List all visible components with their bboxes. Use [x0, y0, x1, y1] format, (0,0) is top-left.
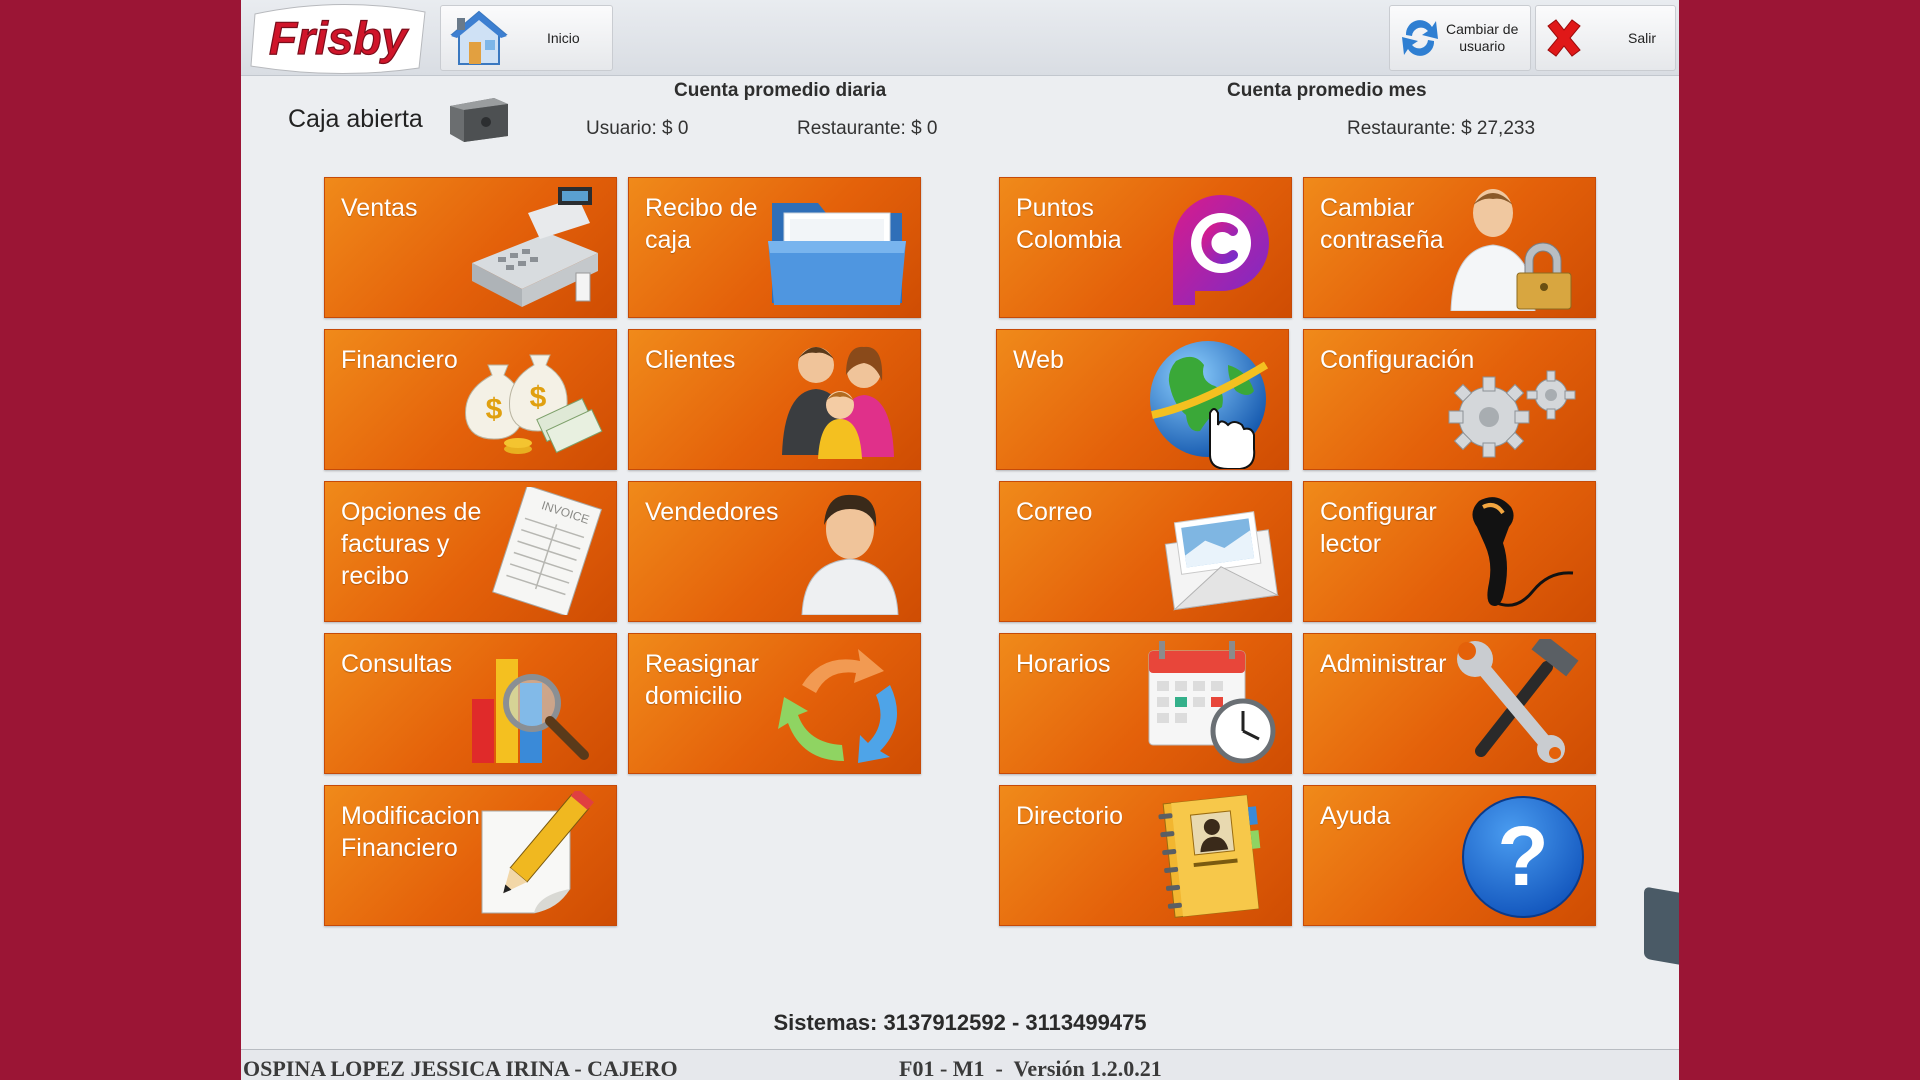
top-toolbar: Frisby Inicio Cambiar de usuario Salir: [241, 0, 1679, 76]
family-icon: [782, 346, 894, 459]
tile-label: Vendedores: [645, 498, 779, 526]
monthly-average-title: Cuenta promedio mes: [1227, 80, 1427, 101]
tile-horarios[interactable]: Horarios: [999, 633, 1292, 774]
tile-label: Web: [1013, 346, 1064, 374]
refresh-arrows-icon: [778, 649, 898, 763]
tile-label: Directorio: [1016, 802, 1123, 830]
tile-ventas[interactable]: Ventas: [324, 177, 617, 318]
tile-label: Administrar: [1320, 650, 1447, 678]
current-user: OSPINA LOPEZ JESSICA IRINA - CAJERO: [243, 1056, 678, 1080]
tile-consultas[interactable]: Consultas: [324, 633, 617, 774]
tile-cambiar-contrasena[interactable]: Cambiar contraseña: [1303, 177, 1596, 318]
tile-label: Consultas: [341, 650, 453, 678]
pencil-note-icon: [481, 791, 594, 914]
close-icon: [1547, 19, 1581, 57]
wrench-hammer-icon: [1457, 639, 1579, 763]
tile-label: Correo: [1016, 498, 1093, 526]
cash-register-icon: [472, 187, 598, 307]
frisby-logo: Frisby: [250, 4, 426, 75]
tile-puntos-colombia[interactable]: Puntos Colombia: [999, 177, 1292, 318]
tile-label: Puntos Colombia: [1016, 194, 1122, 254]
tile-label: Horarios: [1016, 650, 1111, 678]
puntos-colombia-logo-icon: [1173, 195, 1269, 305]
tile-label: Recibo de caja: [645, 194, 758, 254]
user-lock-icon: [1450, 189, 1572, 311]
envelope-icon: [1164, 511, 1280, 611]
folder-icon: [768, 203, 906, 305]
tile-label: Modificacion Financiero: [341, 802, 480, 862]
version-info: F01 - M1 - Versión 1.2.0.21: [899, 1056, 1162, 1080]
barcode-scanner-icon: [1472, 497, 1574, 607]
app-window: Frisby Inicio Cambiar de usuario Salir C…: [241, 0, 1679, 1080]
home-button[interactable]: Inicio: [440, 5, 613, 71]
tile-recibo-de-caja[interactable]: Recibo de caja: [628, 177, 921, 318]
calendar-clock-icon: [1148, 641, 1276, 764]
svg-text:Frisby: Frisby: [269, 12, 409, 64]
tile-label: Configurar lector: [1320, 498, 1437, 558]
svg-text:$: $: [530, 381, 547, 414]
tile-financiero[interactable]: Financiero $ $: [324, 329, 617, 470]
tile-label: Opciones de facturas y recibo: [341, 498, 482, 590]
tile-clientes[interactable]: Clientes: [628, 329, 921, 470]
svg-text:$: $: [486, 393, 503, 426]
tile-modificacion-financiero[interactable]: Modificacion Financiero: [324, 785, 617, 926]
globe-icon: [1150, 341, 1269, 469]
tile-label: Cambiar contraseña: [1320, 194, 1444, 254]
tile-label: Financiero: [341, 346, 458, 374]
status-bar: OSPINA LOPEZ JESSICA IRINA - CAJERO F01 …: [241, 1049, 1679, 1080]
switch-user-label: Cambiar de usuario: [1446, 21, 1519, 54]
tile-web[interactable]: Web: [996, 329, 1289, 470]
monthly-restaurant-value: Restaurante: $ 27,233: [1347, 118, 1536, 139]
tile-reasignar-domicilio[interactable]: Reasignar domicilio: [628, 633, 921, 774]
tile-opciones-facturas[interactable]: Opciones de facturas y recibo INVOICE: [324, 481, 617, 622]
tile-label: Ventas: [341, 194, 418, 222]
tile-configurar-lector[interactable]: Configurar lector: [1303, 481, 1596, 622]
tile-directorio[interactable]: Directorio: [999, 785, 1292, 926]
register-status-label: Caja abierta: [288, 105, 423, 133]
exit-label: Salir: [1628, 29, 1657, 46]
help-question-icon: ?: [1462, 796, 1584, 918]
refresh-icon: [1402, 20, 1438, 56]
safe-icon: [450, 98, 508, 142]
tile-label: Clientes: [645, 346, 736, 374]
person-icon: [801, 494, 899, 615]
daily-average-title: Cuenta promedio diaria: [674, 80, 887, 101]
tile-ayuda[interactable]: Ayuda ?: [1303, 785, 1596, 926]
switch-user-button[interactable]: Cambiar de usuario: [1389, 5, 1531, 71]
home-icon: [450, 10, 508, 65]
tile-vendedores[interactable]: Vendedores: [628, 481, 921, 622]
tile-configuracion[interactable]: Configuración: [1303, 329, 1596, 470]
address-book-icon: [1158, 794, 1261, 918]
tile-correo[interactable]: Correo: [999, 481, 1292, 622]
daily-restaurant-value: Restaurante: $ 0: [797, 118, 938, 139]
money-bags-icon: $ $: [465, 354, 603, 454]
tile-label: Configuración: [1320, 346, 1475, 374]
side-widget-tab[interactable]: [1644, 886, 1679, 966]
exit-button[interactable]: Salir: [1535, 5, 1676, 71]
daily-user-value: Usuario: $ 0: [586, 118, 689, 139]
tile-administrar[interactable]: Administrar: [1303, 633, 1596, 774]
tile-label: Reasignar domicilio: [645, 650, 759, 710]
home-label: Inicio: [547, 29, 580, 46]
systems-contact: Sistemas: 3137912592 - 3113499475: [773, 1010, 1147, 1035]
chart-magnifier-icon: [472, 659, 589, 763]
tile-label: Ayuda: [1320, 802, 1391, 830]
svg-text:?: ?: [1497, 809, 1548, 903]
